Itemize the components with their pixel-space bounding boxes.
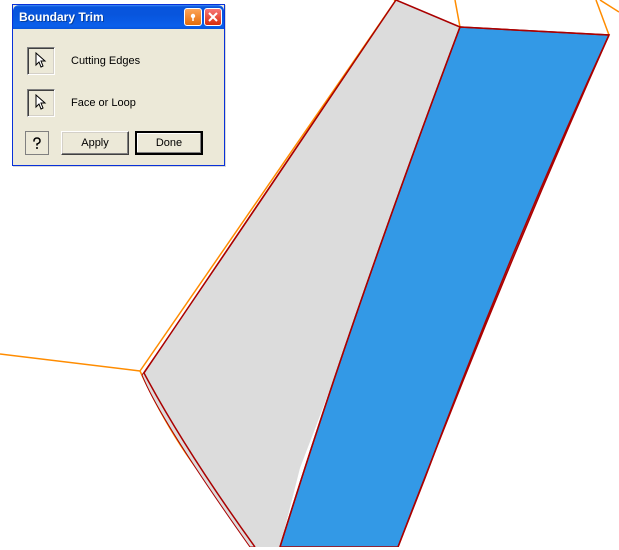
option-cutting-edges-row: Cutting Edges (27, 47, 214, 75)
cursor-icon (34, 52, 48, 70)
boundary-trim-dialog: Boundary Trim Cutting Edges (12, 4, 225, 166)
dialog-action-row: Apply Done (23, 131, 214, 155)
apply-button-label: Apply (81, 137, 109, 149)
dialog-body: Cutting Edges Face or Loop Apply Done (13, 29, 224, 165)
help-button[interactable] (25, 131, 49, 155)
done-button[interactable]: Done (135, 131, 203, 155)
face-or-loop-label: Face or Loop (71, 97, 136, 109)
apply-button[interactable]: Apply (61, 131, 129, 155)
help-icon (30, 136, 44, 150)
option-face-or-loop-row: Face or Loop (27, 89, 214, 117)
cursor-icon (34, 94, 48, 112)
done-button-label: Done (156, 137, 182, 149)
select-face-or-loop-button[interactable] (27, 89, 55, 117)
pin-icon[interactable] (184, 8, 202, 26)
close-icon[interactable] (204, 8, 222, 26)
dialog-title: Boundary Trim (19, 10, 184, 24)
titlebar-buttons (184, 8, 222, 26)
cutting-edges-label: Cutting Edges (71, 55, 140, 67)
select-cutting-edges-button[interactable] (27, 47, 55, 75)
dialog-titlebar[interactable]: Boundary Trim (13, 5, 224, 29)
